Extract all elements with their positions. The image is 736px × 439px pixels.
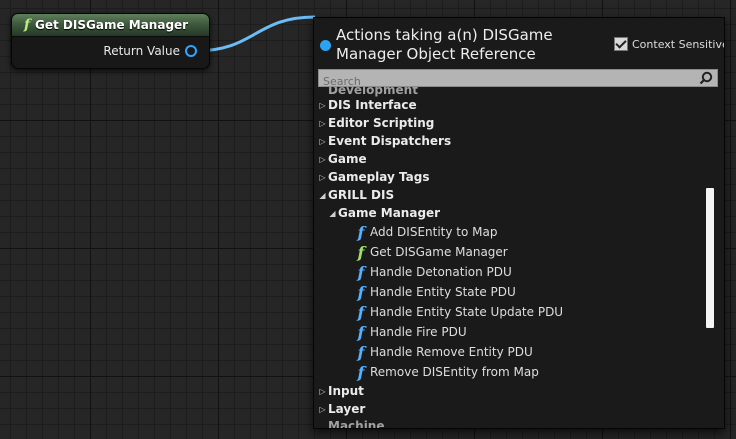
node-title: Get DISGame Manager — [35, 18, 189, 32]
category-grill-dis[interactable]: ◢ GRILL DIS — [317, 186, 394, 204]
category-editor-scripting[interactable]: ▷ Editor Scripting — [317, 114, 434, 132]
get-disgame-manager-node[interactable]: f Get DISGame Manager Return Value — [11, 13, 210, 69]
action-handle-fire-pdu[interactable]: f Handle Fire PDU — [354, 322, 467, 342]
action-handle-remove-entity-pdu[interactable]: f Handle Remove Entity PDU — [354, 342, 533, 362]
action-menu: Actions taking a(n) DISGame Manager Obje… — [313, 17, 725, 429]
action-label: Handle Fire PDU — [370, 325, 467, 339]
function-icon: f — [357, 262, 365, 282]
pin-label: Return Value — [103, 44, 180, 58]
scrollbar-thumb[interactable] — [706, 188, 714, 328]
function-icon: f — [357, 342, 365, 362]
expand-arrow-icon: ▷ — [319, 404, 326, 414]
category-event-dispatchers[interactable]: ▷ Event Dispatchers — [317, 132, 451, 150]
expand-arrow-icon: ▷ — [319, 100, 326, 110]
node-header[interactable]: f Get DISGame Manager — [12, 14, 209, 37]
category-label: Layer — [328, 402, 366, 416]
collapse-arrow-icon: ◢ — [319, 190, 326, 200]
function-icon: f — [24, 17, 31, 33]
action-label: Handle Entity State PDU — [370, 285, 516, 299]
function-icon: f — [357, 222, 365, 242]
return-value-pin-row: Return Value — [103, 44, 197, 58]
category-label: Gameplay Tags — [328, 170, 430, 184]
function-icon: f — [357, 322, 365, 342]
category-machine[interactable]: Machine — [328, 419, 385, 428]
category-label: Event Dispatchers — [328, 134, 452, 148]
expand-arrow-icon: ▷ — [319, 386, 326, 396]
action-remove-disentity-from-map[interactable]: f Remove DISEntity from Map — [354, 362, 539, 382]
context-sensitive-label: Context Sensitive — [632, 37, 725, 51]
subcategory-label: Game Manager — [338, 206, 441, 220]
category-label: Input — [328, 384, 364, 398]
category-game[interactable]: ▷ Game — [317, 150, 367, 168]
function-icon: f — [357, 362, 365, 382]
action-get-disgame-manager[interactable]: f Get DISGame Manager — [354, 242, 508, 262]
category-label: Editor Scripting — [328, 116, 435, 130]
action-label: Handle Remove Entity PDU — [370, 345, 533, 359]
object-reference-icon — [320, 40, 331, 51]
category-label: Game — [328, 152, 367, 166]
function-icon: f — [357, 302, 365, 322]
action-handle-entity-state-update-pdu[interactable]: f Handle Entity State Update PDU — [354, 302, 564, 322]
action-list[interactable]: Development ▷ DIS Interface ▷ Editor Scr… — [314, 80, 706, 428]
expand-arrow-icon: ▷ — [319, 136, 326, 146]
action-add-disentity-to-map[interactable]: f Add DISEntity to Map — [354, 222, 498, 242]
action-label: Remove DISEntity from Map — [370, 365, 539, 379]
action-handle-detonation-pdu[interactable]: f Handle Detonation PDU — [354, 262, 512, 282]
function-icon: f — [357, 282, 365, 302]
action-label: Handle Detonation PDU — [370, 265, 512, 279]
category-label: Machine — [328, 419, 385, 428]
subcategory-game-manager[interactable]: ◢ Game Manager — [327, 204, 440, 222]
category-gameplay-tags[interactable]: ▷ Gameplay Tags — [317, 168, 430, 186]
category-layer[interactable]: ▷ Layer — [317, 400, 365, 418]
checkbox-icon[interactable] — [614, 37, 628, 51]
action-label: Add DISEntity to Map — [370, 225, 498, 239]
expand-arrow-icon: ▷ — [319, 172, 326, 182]
category-label: GRILL DIS — [328, 188, 395, 202]
collapse-arrow-icon: ◢ — [329, 208, 336, 218]
action-label: Get DISGame Manager — [370, 245, 508, 259]
action-label: Handle Entity State Update PDU — [370, 305, 564, 319]
category-dis-interface[interactable]: ▷ DIS Interface — [317, 96, 417, 114]
menu-title: Actions taking a(n) DISGame Manager Obje… — [336, 26, 553, 63]
expand-arrow-icon: ▷ — [319, 118, 326, 128]
output-pin[interactable] — [185, 45, 197, 57]
pure-function-icon: f — [357, 242, 365, 262]
action-handle-entity-state-pdu[interactable]: f Handle Entity State PDU — [354, 282, 516, 302]
category-label: DIS Interface — [328, 98, 417, 112]
context-sensitive-toggle[interactable]: Context Sensitive — [614, 37, 725, 51]
category-input[interactable]: ▷ Input — [317, 382, 364, 400]
expand-arrow-icon: ▷ — [319, 154, 326, 164]
